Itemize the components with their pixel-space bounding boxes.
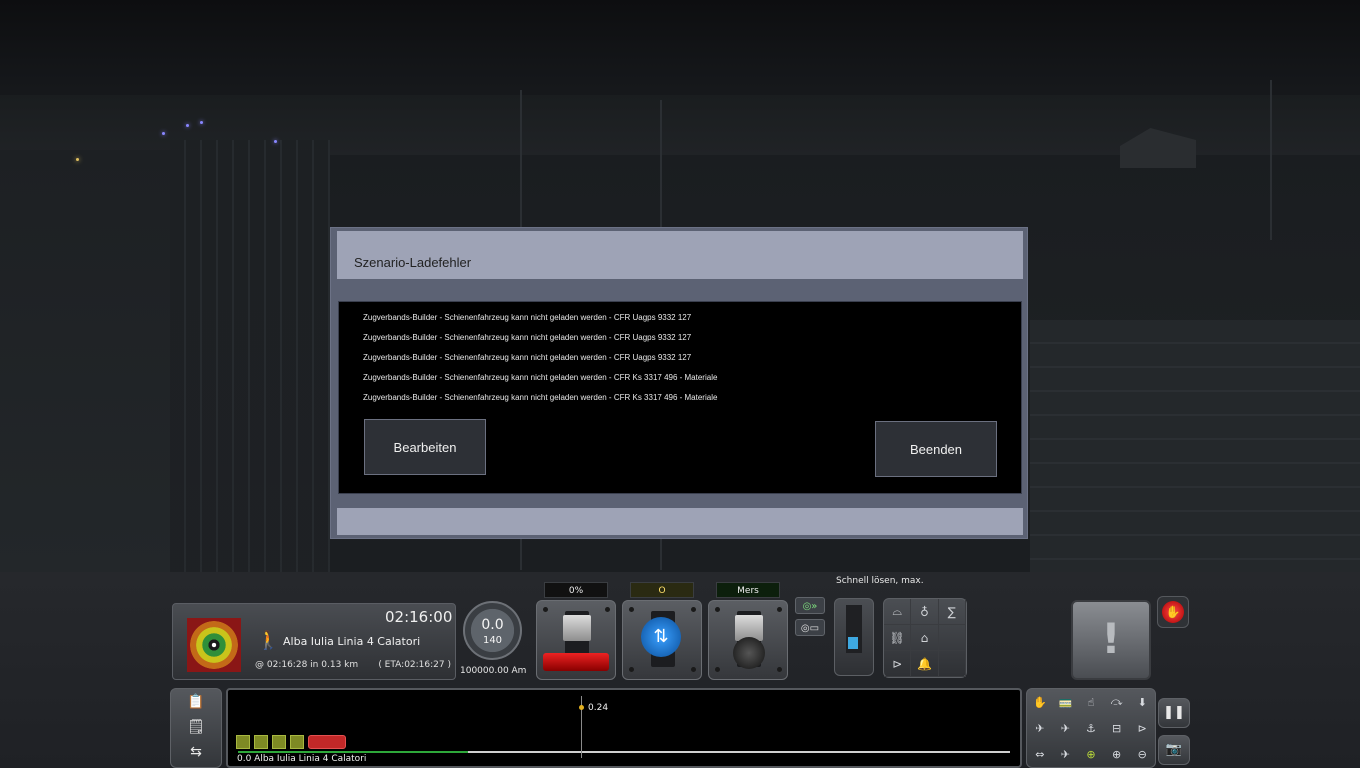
signal-aspect-icon	[187, 618, 241, 672]
pause-button[interactable]: ❚❚	[1158, 698, 1190, 728]
signal-lamp	[274, 140, 277, 143]
error-item: Zugverbands-Builder - Schienenfahrzeug k…	[363, 393, 718, 402]
track-bed	[170, 140, 330, 572]
dialog-header: Szenario-Ladefehler	[337, 231, 1023, 279]
horn-icon[interactable]: ⊳	[884, 651, 912, 677]
signal-lamp	[76, 158, 79, 161]
brake-indicator	[848, 637, 858, 649]
switch-icon[interactable]: ⇆	[171, 739, 221, 764]
train-camera-icon[interactable]: 🚃	[1053, 689, 1079, 715]
arrival-prefix: @	[255, 660, 264, 670]
wagon-icon	[290, 735, 304, 749]
left-toolbar: 📋 🗒 ⇆	[170, 688, 222, 768]
wagon-camera-icon[interactable]: ⊟	[1104, 715, 1130, 741]
heli-camera-2-icon[interactable]: ✈	[1053, 715, 1079, 741]
zoom-in-icon[interactable]: ⊕	[1104, 741, 1130, 767]
pedestrian-icon: 🚶	[257, 630, 280, 651]
shovel-icon[interactable]: ⌂	[911, 625, 939, 651]
throttle-lever[interactable]	[536, 600, 616, 680]
arrival-row: @ 02:16:28 in 0.13 km ( ETA:02:16:27 )	[255, 660, 451, 670]
zoom-out-icon[interactable]: ⊖	[1129, 741, 1155, 767]
wagon-icon	[272, 735, 286, 749]
track-progress	[238, 751, 468, 753]
switch-view-icon[interactable]: ⇔	[1027, 741, 1053, 767]
error-list: Zugverbands-Builder - Schienenfahrzeug k…	[363, 312, 717, 412]
wiper-icon[interactable]: ⌓	[884, 599, 912, 625]
reverser-lever[interactable]: ⇅	[622, 600, 702, 680]
platform-right	[1030, 320, 1360, 572]
alerter-icon[interactable]: !	[1071, 600, 1151, 680]
hand-stop-icon: ✋	[1162, 601, 1184, 623]
screenshot-button[interactable]: 📷	[1158, 735, 1190, 765]
destination: Alba Iulia Linia 4 Calatori	[283, 635, 421, 648]
sander-icon[interactable]: ∑	[938, 599, 966, 625]
loco-brake-icon[interactable]: ◎»	[795, 597, 825, 614]
notepad-icon[interactable]: 🗒	[171, 714, 221, 739]
arrival-time: 02:16:28	[266, 660, 308, 670]
hand-camera-icon[interactable]: ☝	[1078, 689, 1104, 715]
wagon-icon	[236, 735, 250, 749]
pause-icon: ❚❚	[1163, 705, 1185, 720]
catenary-pole	[1270, 80, 1272, 240]
globe-icon[interactable]: ⊕	[1078, 741, 1104, 767]
scenario-load-error-dialog: Szenario-Ladefehler Zugverbands-Builder …	[330, 227, 1028, 539]
line-camera-icon[interactable]: ⤼	[1104, 689, 1130, 715]
signal-lamp	[162, 132, 165, 135]
clock: 02:16:00	[385, 608, 453, 626]
signal-marker-icon	[579, 705, 584, 710]
eta: ( ETA:02:16:27 )	[378, 660, 451, 670]
emergency-stop-button[interactable]: ✋	[1157, 596, 1189, 628]
train-brake-lever[interactable]	[708, 600, 788, 680]
quit-button[interactable]: Beenden	[875, 421, 997, 477]
dialog-body: Zugverbands-Builder - Schienenfahrzeug k…	[338, 301, 1022, 494]
down-arrow-icon[interactable]: ⬇	[1129, 689, 1155, 715]
empty-slot	[938, 651, 966, 677]
light-icon[interactable]: ♁	[911, 599, 939, 625]
brake-label: Mers	[716, 582, 780, 598]
arrival-in: in	[310, 660, 319, 670]
brake-knob-icon	[733, 637, 765, 669]
coupler-icon[interactable]: ⛓	[884, 625, 912, 651]
cab-camera-icon[interactable]: ✋	[1027, 689, 1053, 715]
reverser-arrows-icon[interactable]: ⇅	[641, 617, 681, 657]
dialog-footer	[337, 508, 1023, 535]
speed-limit: 140	[482, 635, 503, 646]
reverser-label: O	[630, 582, 694, 598]
heli-camera-1-icon[interactable]: ✈	[1027, 715, 1053, 741]
throttle-handle[interactable]	[563, 615, 591, 641]
forward-camera-icon[interactable]: ⊳	[1129, 715, 1155, 741]
coupling-camera-icon[interactable]: ⚓	[1078, 715, 1104, 741]
signal-marker-value: 0.24	[588, 703, 609, 713]
dialog-title: Szenario-Ladefehler	[354, 255, 472, 270]
bell-icon[interactable]: 🔔	[911, 651, 939, 677]
wagon-icon	[254, 735, 268, 749]
train-brake-icon[interactable]: ◎▭	[795, 619, 825, 636]
task-list-icon[interactable]: 📋	[171, 689, 221, 714]
error-item: Zugverbands-Builder - Schienenfahrzeug k…	[363, 373, 718, 382]
next-signal-panel: 02:16:00 🚶 Alba Iulia Linia 4 Calatori @…	[172, 603, 456, 680]
arrival-distance: 0.13 km	[321, 660, 359, 670]
error-item: Zugverbands-Builder - Schienenfahrzeug k…	[363, 313, 692, 322]
edit-button[interactable]: Bearbeiten	[364, 419, 486, 475]
speedometer: 0.0 140	[463, 601, 522, 660]
throttle-label: 0%	[544, 582, 608, 598]
independent-brake-control[interactable]	[834, 598, 874, 676]
brake-status: Schnell lösen, max.	[836, 576, 924, 586]
camera-icon: 📷	[1165, 742, 1183, 757]
track-monitor: 0.24 0.0 Alba Iulia Linia 4 Calatori	[226, 688, 1022, 768]
empty-slot	[938, 625, 966, 651]
plane-camera-icon[interactable]: ✈	[1053, 741, 1079, 767]
error-item: Zugverbands-Builder - Schienenfahrzeug k…	[363, 333, 692, 342]
camera-grid: ✋ 🚃 ☝ ⤼ ⬇ ✈ ✈ ⚓ ⊟ ⊳ ⇔ ✈ ⊕ ⊕ ⊖	[1026, 688, 1156, 768]
ammeter: 100000.00 Am	[460, 666, 527, 676]
error-item: Zugverbands-Builder - Schienenfahrzeug k…	[363, 353, 692, 362]
track-start-label: 0.0 Alba Iulia Linia 4 Calatori	[237, 754, 367, 764]
function-grid: ⌓ ♁ ∑ ⛓ ⌂ ⊳ 🔔	[883, 598, 967, 678]
signal-lamp	[186, 124, 189, 127]
locomotive-icon	[308, 735, 346, 749]
throttle-power-bar	[543, 653, 609, 671]
speed-value: 0.0	[481, 617, 504, 633]
signal-lamp	[200, 121, 203, 124]
